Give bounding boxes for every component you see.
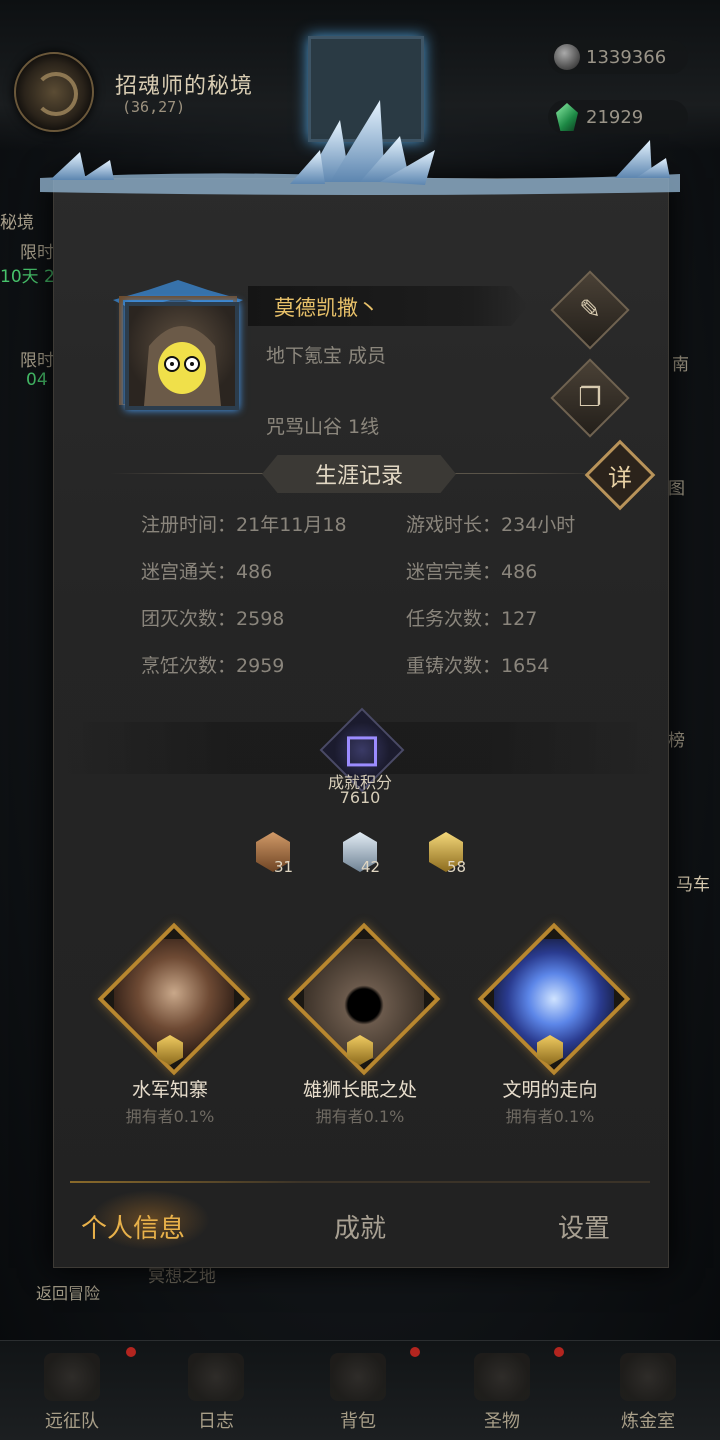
player-avatar — [125, 302, 239, 410]
stat-value: 1654 — [501, 655, 550, 677]
notification-dot — [126, 1347, 136, 1357]
nav-label: 日志 — [198, 1411, 234, 1432]
medal-silver: 42 — [343, 832, 383, 876]
hooded-avatar-icon — [144, 326, 221, 406]
ice-crystal-decoration — [40, 100, 680, 195]
stat-value: 234小时 — [501, 514, 576, 536]
stat-value: 21年11月18 — [236, 514, 347, 536]
currency-silver: 1339366 — [548, 40, 688, 74]
stat-cooking: 烹饪次数：2959 — [141, 651, 284, 678]
side-timer: 04 — [26, 370, 48, 390]
medal-count: 58 — [447, 858, 467, 876]
stat-label: 游戏时长： — [406, 514, 502, 536]
detail-button-label: 详 — [608, 463, 632, 492]
stat-wipes: 团灭次数：2598 — [141, 604, 284, 631]
nav-item-alchemy[interactable]: 炼金室 — [598, 1353, 698, 1433]
career-section-title: 生涯记录 — [262, 455, 456, 493]
nav-item-backpack[interactable]: 背包 — [308, 1353, 408, 1433]
server-line: 咒骂山谷 1线 — [266, 416, 380, 438]
stat-label: 团灭次数： — [141, 608, 237, 630]
featured-achievement[interactable]: 水军知寨 拥有者0.1% — [95, 922, 251, 1135]
medal-count: 31 — [274, 858, 294, 876]
player-avatar-frame[interactable] — [103, 280, 253, 410]
achievement-title: 水军知寨 — [131, 1079, 208, 1101]
player-name[interactable]: 莫德凯撒丶 — [274, 292, 379, 322]
stat-reforge: 重铸次数：1654 — [406, 651, 549, 678]
stat-quests: 任务次数：127 — [406, 604, 537, 631]
stat-value: 2598 — [236, 608, 285, 630]
journal-icon — [188, 1353, 244, 1401]
return-adventure-button[interactable]: 返回冒险 — [36, 1280, 100, 1304]
medal-gold: 58 — [429, 832, 469, 876]
tab-personal-info[interactable]: 个人信息 — [81, 1208, 185, 1245]
nav-item-relics[interactable]: 圣物 — [452, 1353, 552, 1433]
guild-line: 地下氪宝 成员 — [266, 345, 387, 367]
bottom-nav: 远征队 日志 背包 圣物 炼金室 — [0, 1340, 720, 1440]
achievement-owner: 拥有者0.1% — [125, 1107, 215, 1126]
side-label: 秘境 — [0, 213, 34, 233]
side-label: 图 — [668, 479, 685, 499]
achievement-score-value: 7610 — [339, 788, 381, 807]
alchemy-icon — [620, 1353, 676, 1401]
nav-item-journal[interactable]: 日志 — [166, 1353, 266, 1433]
stat-label: 注册时间： — [141, 514, 237, 536]
nav-label: 圣物 — [484, 1411, 520, 1432]
stat-value: 486 — [236, 561, 273, 583]
viking-helmet-icon — [44, 1353, 100, 1401]
stat-register-time: 注册时间：21年11月18 — [141, 510, 347, 537]
tab-achievements[interactable]: 成就 — [334, 1208, 386, 1245]
stat-play-time: 游戏时长：234小时 — [406, 510, 575, 537]
silver-coin-icon — [554, 44, 580, 70]
stat-label: 烹饪次数： — [141, 655, 237, 677]
stat-label: 重铸次数： — [406, 655, 502, 677]
stat-label: 迷宫完美： — [406, 561, 502, 583]
stat-value: 2959 — [236, 655, 285, 677]
stat-label: 任务次数： — [406, 608, 502, 630]
stat-value: 486 — [501, 561, 538, 583]
stat-maze-clear: 迷宫通关：486 — [141, 557, 272, 584]
achievement-title: 雄狮长眠之处 — [302, 1079, 417, 1101]
tab-divider — [70, 1181, 650, 1183]
notification-dot — [554, 1347, 564, 1357]
notification-dot — [410, 1347, 420, 1357]
backpack-icon — [330, 1353, 386, 1401]
side-label: 限时 — [20, 351, 54, 371]
side-timer: 10天 2 — [0, 267, 55, 287]
side-label: 限时 — [20, 243, 54, 263]
scroll-icon: ❐ — [578, 383, 602, 413]
nav-item-expedition[interactable]: 远征队 — [22, 1353, 122, 1433]
nav-label: 远征队 — [45, 1411, 99, 1432]
stat-label: 迷宫通关： — [141, 561, 237, 583]
tab-settings[interactable]: 设置 — [558, 1208, 610, 1245]
quill-icon: ✎ — [579, 295, 601, 325]
achievement-owner: 拥有者0.1% — [315, 1107, 405, 1126]
location-title: 招魂师的秘境 — [115, 74, 254, 99]
nav-label: 背包 — [340, 1411, 376, 1432]
chalice-icon — [474, 1353, 530, 1401]
currency-silver-value: 1339366 — [586, 47, 667, 68]
featured-achievement[interactable]: 雄狮长眠之处 拥有者0.1% — [285, 922, 441, 1135]
stat-value: 127 — [501, 608, 538, 630]
medal-count: 42 — [361, 858, 381, 876]
side-label: 马车 — [676, 875, 710, 895]
achievement-title: 文明的走向 — [502, 1079, 598, 1101]
achievement-owner: 拥有者0.1% — [505, 1107, 595, 1126]
side-label: 榜 — [668, 731, 685, 751]
stat-maze-perfect: 迷宫完美：486 — [406, 557, 537, 584]
medal-bronze: 31 — [256, 832, 296, 876]
side-label: 南 — [672, 355, 689, 375]
featured-achievement[interactable]: 文明的走向 拥有者0.1% — [475, 922, 631, 1135]
nav-label: 炼金室 — [621, 1411, 675, 1432]
